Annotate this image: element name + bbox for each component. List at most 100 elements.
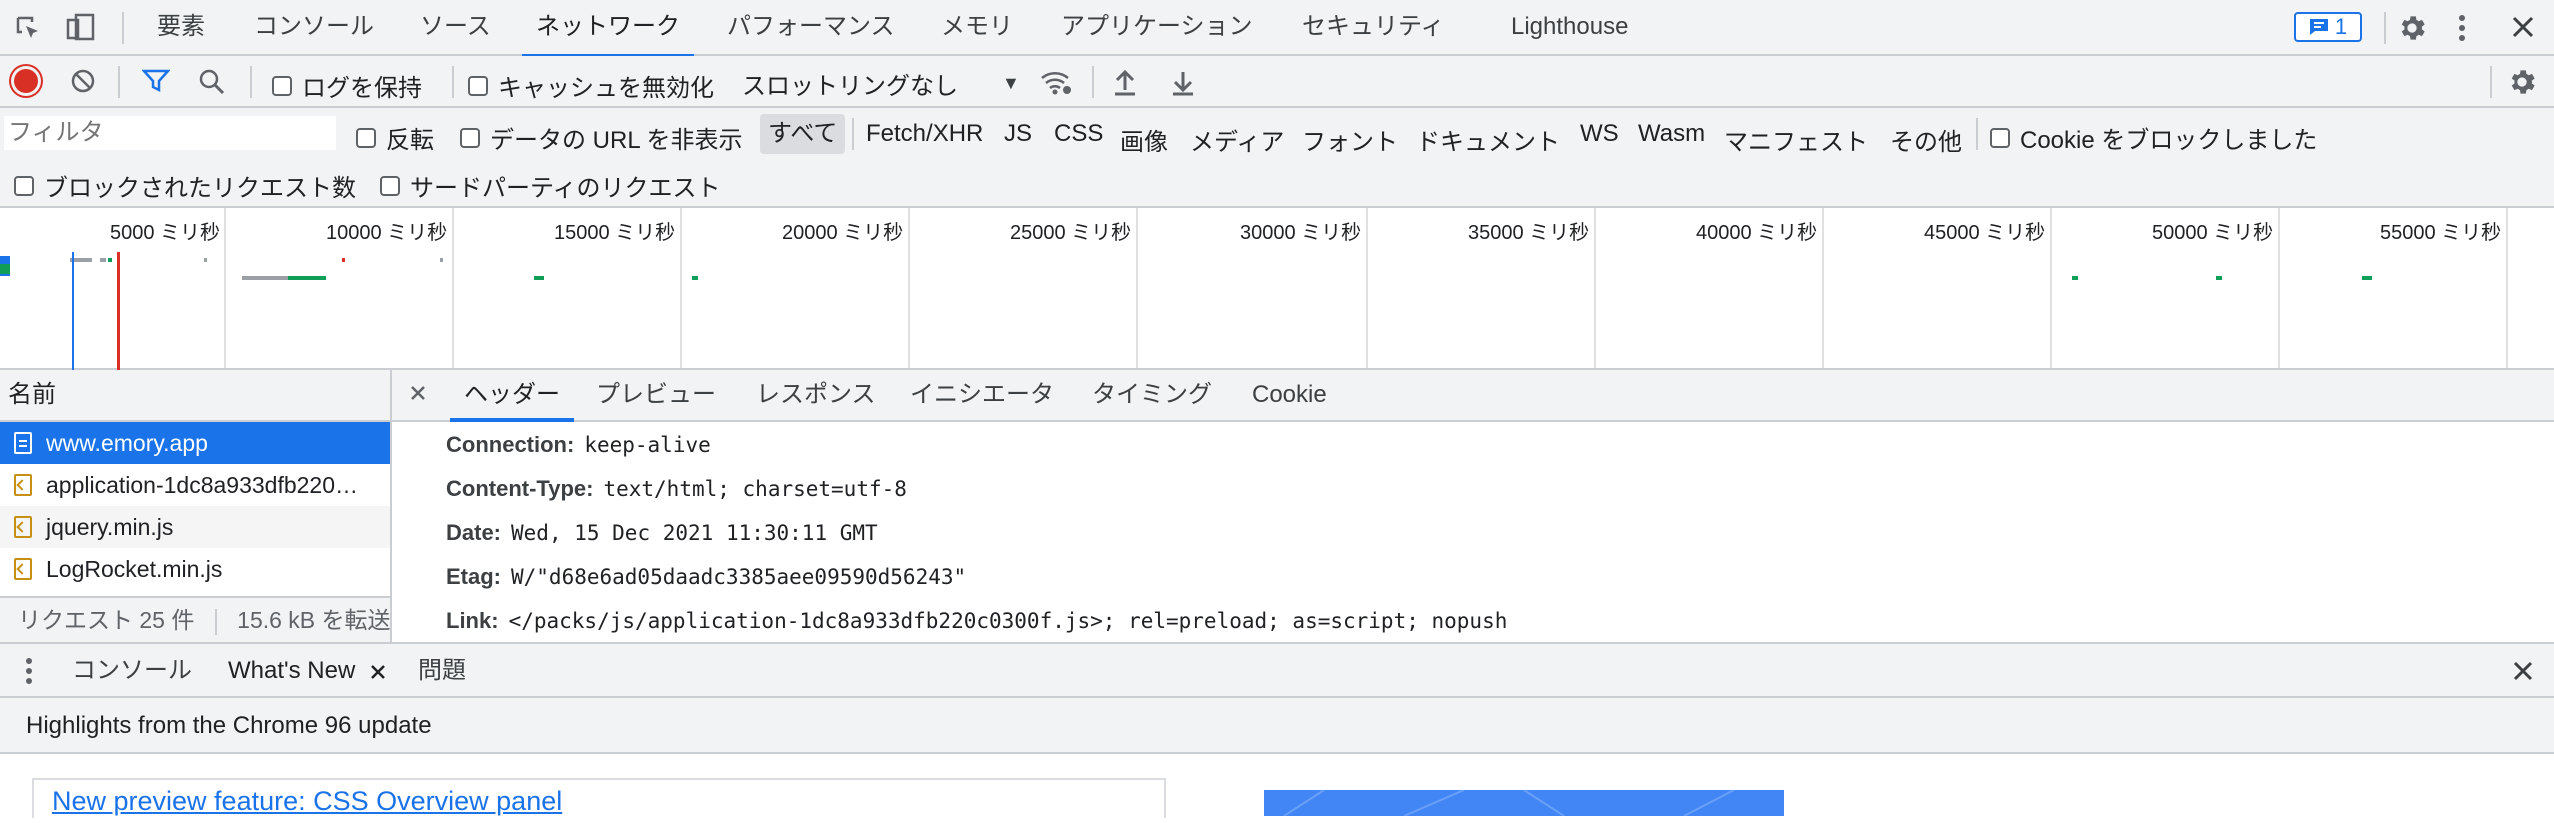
type-filter-wasm[interactable]: Wasm xyxy=(1638,120,1705,148)
close-drawer-icon[interactable] xyxy=(2512,660,2534,689)
invert-label: 反転 xyxy=(386,127,434,154)
list-item[interactable]: LogRocket.min.js xyxy=(0,548,390,590)
header-row: Etag: W/"d68e6ad05daadc3385aee09590d56243… xyxy=(446,564,966,590)
network-overview-timeline[interactable]: 5000 ミリ秒 10000 ミリ秒 15000 ミリ秒 20000 ミリ秒 2… xyxy=(0,208,2554,370)
close-tab-icon[interactable] xyxy=(370,664,386,680)
drawer-menu-icon[interactable] xyxy=(24,656,34,693)
type-filter-fetch-xhr[interactable]: Fetch/XHR xyxy=(866,120,983,148)
tab-elements[interactable]: 要素 xyxy=(157,0,205,56)
tab-headers[interactable]: ヘッダー xyxy=(450,370,574,422)
issues-button[interactable]: 1 xyxy=(2294,12,2362,42)
checkbox[interactable] xyxy=(380,175,400,196)
chevron-down-icon: ▼ xyxy=(1002,73,1020,93)
disable-cache-checkbox[interactable]: キャッシュを無効化 xyxy=(468,68,714,103)
network-conditions-icon[interactable] xyxy=(1040,68,1072,96)
record-button[interactable] xyxy=(14,69,38,93)
tab-cookies[interactable]: Cookie xyxy=(1252,370,1327,420)
checkbox[interactable] xyxy=(468,75,488,96)
device-toolbar-icon[interactable] xyxy=(66,12,96,42)
checkbox[interactable] xyxy=(356,127,376,148)
tab-application[interactable]: アプリケーション xyxy=(1061,0,1253,56)
preserve-log-label: ログを保持 xyxy=(302,75,422,102)
header-row: Link: </packs/js/application-1dc8a933dfb2… xyxy=(446,608,1507,634)
type-filter-all[interactable]: すべて xyxy=(760,114,846,154)
tab-performance[interactable]: パフォーマンス xyxy=(727,0,895,56)
script-icon xyxy=(14,474,32,496)
list-item[interactable]: www.emory.app xyxy=(0,422,390,464)
third-party-checkbox[interactable]: サードパーティのリクエスト xyxy=(380,168,721,203)
tab-security[interactable]: セキュリティ xyxy=(1302,0,1445,56)
article-image xyxy=(1264,789,1784,817)
preserve-log-checkbox[interactable]: ログを保持 xyxy=(272,68,422,103)
request-count: リクエスト 25 件 xyxy=(18,607,195,633)
request-bar xyxy=(2072,276,2078,280)
list-item[interactable]: jquery.min.js xyxy=(0,506,390,548)
whats-new-content: New preview feature: CSS Overview panel xyxy=(0,754,2554,818)
header-name: Date: xyxy=(446,520,502,545)
close-detail-icon[interactable] xyxy=(408,382,428,410)
whats-new-title: Highlights from the Chrome 96 update xyxy=(26,712,432,739)
transferred-size: 15.6 kB を転送 xyxy=(237,607,390,633)
hide-data-urls-label: データの URL を非表示 xyxy=(490,127,743,154)
tab-memory[interactable]: メモリ xyxy=(941,0,1013,56)
list-item[interactable]: application-1dc8a933dfb220… xyxy=(0,464,390,506)
tab-timing[interactable]: タイミング xyxy=(1092,370,1212,420)
type-filter-css[interactable]: CSS xyxy=(1054,120,1103,148)
drawer-tab-console[interactable]: コンソール xyxy=(72,644,192,700)
settings-gear-icon[interactable] xyxy=(2396,12,2428,44)
tab-response[interactable]: レスポンス xyxy=(756,370,876,420)
filter-input[interactable] xyxy=(4,116,336,150)
type-filter-js[interactable]: JS xyxy=(1004,120,1032,148)
inspect-element-icon[interactable] xyxy=(14,14,42,42)
document-icon xyxy=(14,432,32,454)
issues-count: 1 xyxy=(2334,14,2348,39)
devtools-tab-bar: 要素 コンソール ソース ネットワーク パフォーマンス メモリ アプリケーション… xyxy=(0,0,2554,58)
search-icon[interactable] xyxy=(198,68,226,96)
type-filter-doc[interactable]: ドキュメント xyxy=(1416,122,1560,157)
invert-checkbox[interactable]: 反転 xyxy=(356,120,434,155)
throttling-select[interactable]: スロットリングなし ▼ xyxy=(742,66,1020,101)
name-column-header[interactable]: 名前 xyxy=(0,370,390,422)
tab-sources[interactable]: ソース xyxy=(420,0,491,56)
blocked-requests-checkbox[interactable]: ブロックされたリクエスト数 xyxy=(14,168,356,203)
filter-icon[interactable] xyxy=(142,68,170,94)
request-bar xyxy=(534,276,544,280)
tab-preview[interactable]: プレビュー xyxy=(596,370,716,420)
more-options-icon[interactable] xyxy=(2456,12,2468,44)
import-har-icon[interactable] xyxy=(1112,68,1138,96)
request-bar xyxy=(2362,276,2372,280)
article-link[interactable]: New preview feature: CSS Overview panel xyxy=(52,786,562,817)
request-bar xyxy=(0,264,10,274)
type-filter-font[interactable]: フォント xyxy=(1302,122,1398,157)
hide-data-urls-checkbox[interactable]: データの URL を非表示 xyxy=(460,120,742,155)
checkbox[interactable] xyxy=(272,75,292,96)
checkbox[interactable] xyxy=(14,175,34,196)
type-filter-ws[interactable]: WS xyxy=(1580,120,1619,148)
timeline-tick-label: 30000 ミリ秒 xyxy=(1240,222,1362,244)
timeline-tick-label: 25000 ミリ秒 xyxy=(1010,222,1132,244)
tab-console[interactable]: コンソール xyxy=(254,0,374,56)
network-settings-gear-icon[interactable] xyxy=(2506,66,2538,98)
filter-bar: 反転 データの URL を非表示 すべて Fetch/XHR JS CSS 画像… xyxy=(0,108,2554,208)
clear-icon[interactable] xyxy=(70,68,96,94)
checkbox[interactable] xyxy=(460,127,480,148)
timeline-tick-label: 10000 ミリ秒 xyxy=(326,222,448,244)
drawer-tab-issues[interactable]: 問題 xyxy=(418,644,466,700)
type-filter-media[interactable]: メディア xyxy=(1190,122,1284,157)
tab-initiator[interactable]: イニシエータ xyxy=(910,370,1054,420)
export-har-icon[interactable] xyxy=(1170,68,1196,96)
request-name: application-1dc8a933dfb220… xyxy=(46,472,359,498)
blocked-cookies-checkbox[interactable]: Cookie をブロックしました xyxy=(1990,120,2317,155)
request-bar xyxy=(440,258,443,262)
close-devtools-icon[interactable] xyxy=(2510,14,2536,40)
type-filter-img[interactable]: 画像 xyxy=(1120,122,1168,157)
type-filter-other[interactable]: その他 xyxy=(1890,122,1962,157)
drawer-tab-whats-new[interactable]: What's New xyxy=(214,644,400,702)
script-icon xyxy=(14,558,32,580)
checkbox[interactable] xyxy=(1990,127,2010,148)
third-party-label: サードパーティのリクエスト xyxy=(410,175,721,202)
tab-lighthouse[interactable]: Lighthouse xyxy=(1511,0,1628,56)
header-value: W/"d68e6ad05daadc3385aee09590d56243" xyxy=(511,565,967,589)
type-filter-manifest[interactable]: マニフェスト xyxy=(1724,122,1868,157)
tab-network[interactable]: ネットワーク xyxy=(522,0,694,58)
